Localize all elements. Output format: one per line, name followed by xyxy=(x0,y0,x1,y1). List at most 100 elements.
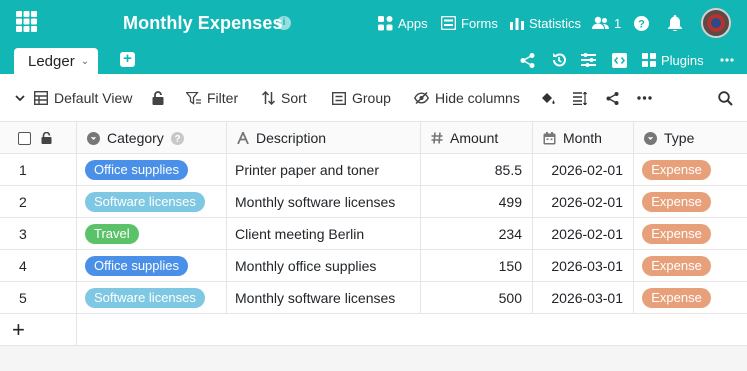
script-button[interactable] xyxy=(612,46,627,74)
amount-value: 150 xyxy=(498,258,522,274)
cell-amount[interactable]: 234 xyxy=(421,218,533,250)
cell-description[interactable]: Client meeting Berlin xyxy=(227,218,421,250)
cell-description[interactable]: Monthly office supplies xyxy=(227,250,421,282)
avatar-shield-center xyxy=(711,18,721,28)
views-toggle[interactable] xyxy=(15,74,25,122)
sort-button[interactable]: Sort xyxy=(262,74,307,122)
collaborators-button[interactable]: 1 xyxy=(592,0,621,46)
cell-type[interactable]: Expense xyxy=(634,154,747,186)
type-option-badge: Expense xyxy=(642,160,711,180)
table-row[interactable]: 4 Office supplies Monthly office supplies 1… xyxy=(0,250,747,282)
row-number[interactable]: 3 xyxy=(0,218,77,250)
collaborators-count: 1 xyxy=(614,15,622,31)
table-row[interactable]: 1 Office supplies Printer paper and toner 8… xyxy=(0,154,747,186)
cell-description[interactable]: Monthly software licenses xyxy=(227,186,421,218)
help-button[interactable]: ? xyxy=(634,0,649,46)
cell-month[interactable]: 2026-03-01 xyxy=(533,282,634,314)
cell-amount[interactable]: 85.5 xyxy=(421,154,533,186)
add-table-button[interactable]: + xyxy=(120,51,135,67)
row-number[interactable]: 4 xyxy=(0,250,77,282)
lock-view-button[interactable] xyxy=(152,74,164,122)
tab-ledger[interactable]: Ledger ⌄ xyxy=(14,48,98,74)
text-icon xyxy=(237,132,249,144)
type-option-badge: Expense xyxy=(642,224,711,244)
more-toolbar-button[interactable] xyxy=(637,74,652,122)
cell-description[interactable]: Printer paper and toner xyxy=(227,154,421,186)
row-number[interactable]: 1 xyxy=(0,154,77,186)
nav-forms[interactable]: Forms xyxy=(441,0,498,46)
cell-type[interactable]: Expense xyxy=(634,186,747,218)
cell-description[interactable]: Monthly software licenses xyxy=(227,282,421,314)
column-header-category[interactable]: Category ? xyxy=(77,122,227,154)
group-label: Group xyxy=(352,90,391,106)
hide-columns-label: Hide columns xyxy=(435,90,520,106)
column-header-label: Type xyxy=(664,130,695,146)
cell-type[interactable]: Expense xyxy=(634,282,747,314)
row-number-label: 2 xyxy=(19,194,27,210)
description-text: Monthly software licenses xyxy=(235,194,396,210)
description-text: Monthly software licenses xyxy=(235,290,396,306)
column-header-label: Description xyxy=(256,130,327,146)
notifications-button[interactable] xyxy=(668,0,682,46)
chevron-down-icon[interactable]: ⌄ xyxy=(81,56,89,67)
help-circle-icon[interactable]: ? xyxy=(170,131,184,145)
cell-amount[interactable]: 500 xyxy=(421,282,533,314)
cell-amount[interactable]: 499 xyxy=(421,186,533,218)
table-row[interactable]: 2 Software licenses Monthly software licen… xyxy=(0,186,747,218)
app-grid-logo-icon[interactable] xyxy=(16,11,37,32)
lock-icon xyxy=(41,132,52,144)
nav-forms-label: Forms xyxy=(461,15,498,31)
table-row[interactable]: 3 Travel Client meeting Berlin 234 2026-02-0… xyxy=(0,218,747,250)
row-color-button[interactable] xyxy=(540,74,556,122)
column-header-month[interactable]: Month xyxy=(533,122,634,154)
date-icon xyxy=(543,131,556,144)
select-all-header xyxy=(0,122,77,154)
column-header-description[interactable]: Description xyxy=(227,122,421,154)
script-icon xyxy=(612,52,627,68)
base-title[interactable]: Monthly Expenses xyxy=(123,13,283,34)
cell-month[interactable]: 2026-03-01 xyxy=(533,250,634,282)
cell-amount[interactable]: 150 xyxy=(421,250,533,282)
settings-button[interactable] xyxy=(581,46,596,74)
cell-month[interactable]: 2026-02-01 xyxy=(533,154,634,186)
column-header-amount[interactable]: Amount xyxy=(421,122,533,154)
table-row[interactable]: 5 Software licenses Monthly software licen… xyxy=(0,282,747,314)
cell-category[interactable]: Software licenses xyxy=(77,282,227,314)
user-avatar[interactable] xyxy=(701,8,731,38)
add-row-button[interactable]: + xyxy=(0,314,77,346)
cell-category[interactable]: Software licenses xyxy=(77,186,227,218)
filter-button[interactable]: Filter xyxy=(186,74,238,122)
cell-category[interactable]: Office supplies xyxy=(77,154,227,186)
search-button[interactable] xyxy=(718,74,733,122)
row-number[interactable]: 2 xyxy=(0,186,77,218)
cell-category[interactable]: Travel xyxy=(77,218,227,250)
number-icon xyxy=(431,132,443,144)
cell-month[interactable]: 2026-02-01 xyxy=(533,186,634,218)
column-header-type[interactable]: Type xyxy=(634,122,747,154)
nav-statistics[interactable]: Statistics xyxy=(510,0,581,46)
row-height-button[interactable] xyxy=(573,74,587,122)
single-select-icon xyxy=(644,131,657,145)
group-button[interactable]: Group xyxy=(332,74,391,122)
apps-icon xyxy=(378,15,393,30)
history-button[interactable] xyxy=(551,46,567,74)
share-view-button[interactable] xyxy=(606,74,619,122)
share-button[interactable] xyxy=(520,46,535,74)
view-selector[interactable]: Default View xyxy=(34,74,132,122)
select-all-checkbox[interactable] xyxy=(18,131,31,145)
cell-type[interactable]: Expense xyxy=(634,250,747,282)
plugins-button[interactable]: Plugins xyxy=(642,46,704,74)
row-number[interactable]: 5 xyxy=(0,282,77,314)
more-options-button[interactable] xyxy=(720,46,734,74)
cell-month[interactable]: 2026-02-01 xyxy=(533,218,634,250)
chevron-down-icon xyxy=(15,95,25,101)
amount-value: 234 xyxy=(498,226,522,242)
cell-category[interactable]: Office supplies xyxy=(77,250,227,282)
type-option-badge: Expense xyxy=(642,288,711,308)
category-option-badge: Travel xyxy=(85,224,139,244)
cell-type[interactable]: Expense xyxy=(634,218,747,250)
month-value: 2026-03-01 xyxy=(551,258,623,274)
hide-columns-button[interactable]: Hide columns xyxy=(414,74,520,122)
nav-apps[interactable]: Apps xyxy=(378,0,428,46)
info-icon[interactable]: i xyxy=(277,16,291,30)
